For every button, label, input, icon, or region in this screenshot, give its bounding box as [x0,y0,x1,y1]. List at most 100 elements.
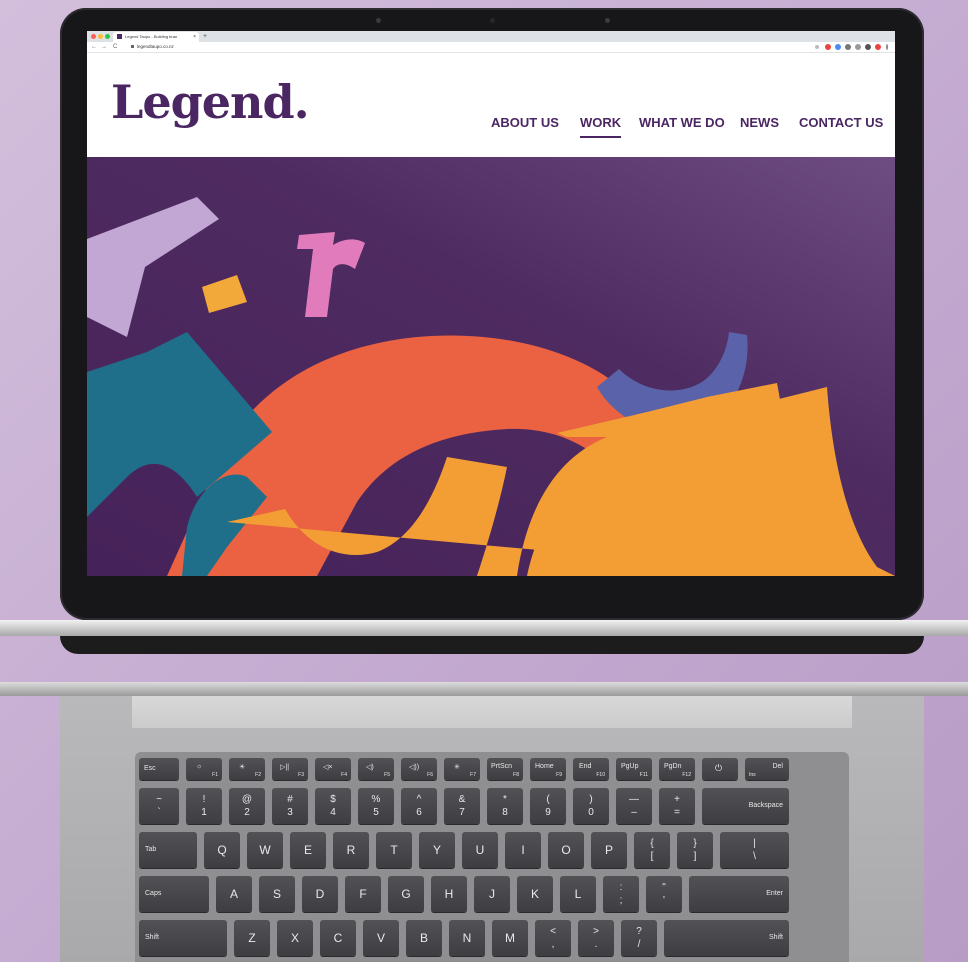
key-f7[interactable]: ✳ F7 [444,758,480,780]
key-b[interactable]: B [406,920,442,956]
key-shift-right[interactable]: Shift [664,920,789,956]
key-bottom-label: 6 [416,807,422,818]
key-9[interactable]: (9 [530,788,566,824]
keyboard-deck: Esc ☼ F1 ☀ F2 ▷|| F3 ◁× F4 ◁) F5 ◁)) F6 ✳ F7 Pr… [60,696,924,962]
extension-icon[interactable] [825,44,831,50]
key-c[interactable]: C [320,920,356,956]
key-del[interactable]: Del Ins [745,758,789,780]
key-g[interactable]: G [388,876,424,912]
key-p[interactable]: P [591,832,627,868]
hero-artwork [87,157,895,576]
key-minus[interactable]: — – [616,788,652,824]
key-shift-left[interactable]: Shift [139,920,227,956]
key-label: J [489,887,495,901]
key-t[interactable]: T [376,832,412,868]
key-6[interactable]: ^ 6 [401,788,437,824]
key-q[interactable]: Q [204,832,240,868]
key-u[interactable]: U [462,832,498,868]
extension-icon[interactable] [845,44,851,50]
key-h[interactable]: H [431,876,467,912]
key-f[interactable]: F [345,876,381,912]
nav-what-we-do[interactable]: WHAT WE DO [639,115,725,130]
key-f5[interactable]: ◁) F5 [358,758,394,780]
key-bracket-close[interactable]: }] [677,832,713,868]
key-bracket-open[interactable]: {[ [634,832,670,868]
key-j[interactable]: J [474,876,510,912]
key-period[interactable]: >. [578,920,614,956]
key-home[interactable]: Home F9 [530,758,566,780]
key-bottom-label: 0 [588,807,594,818]
key-3[interactable]: #3 [272,788,308,824]
profile-avatar[interactable] [875,44,881,50]
key-backspace[interactable]: Backspace [702,788,789,824]
nav-about-us[interactable]: ABOUT US [491,115,559,130]
key-pgup[interactable]: PgUp F11 [616,758,652,780]
nav-news[interactable]: NEWS [740,115,779,130]
key-pgdn[interactable]: PgDn F12 [659,758,695,780]
key-i[interactable]: I [505,832,541,868]
minimize-window-button[interactable] [98,34,103,39]
key-backslash[interactable]: | \ [720,832,789,868]
close-tab-icon[interactable]: × [193,32,196,42]
key-0[interactable]: ) 0 [573,788,609,824]
key-m[interactable]: M [492,920,528,956]
extension-icon[interactable] [855,44,861,50]
key-end[interactable]: End F10 [573,758,609,780]
key-n[interactable]: N [449,920,485,956]
key-bottom-label: ; [619,895,623,906]
key-semicolon[interactable]: :; [603,876,639,912]
key-comma[interactable]: <, [535,920,571,956]
key-enter[interactable]: Enter [689,876,789,912]
key-f4[interactable]: ◁× F4 [315,758,351,780]
key-equals[interactable]: + = [659,788,695,824]
key-d[interactable]: D [302,876,338,912]
key-prtscn[interactable]: PrtScn F8 [487,758,523,780]
back-button[interactable]: ← [91,42,97,52]
key-2[interactable]: @2 [229,788,265,824]
key-7[interactable]: & 7 [444,788,480,824]
key-o[interactable]: O [548,832,584,868]
key-w[interactable]: W [247,832,283,868]
forward-button[interactable]: → [101,42,107,52]
key-k[interactable]: K [517,876,553,912]
site-logo[interactable]: Legend. [111,75,310,129]
key-s[interactable]: S [259,876,295,912]
key-a[interactable]: A [216,876,252,912]
bookmark-star-icon[interactable] [815,45,819,49]
key-r[interactable]: R [333,832,369,868]
close-window-button[interactable] [91,34,96,39]
key-l[interactable]: L [560,876,596,912]
key-8[interactable]: * 8 [487,788,523,824]
key-power[interactable]: ⏻ [702,758,738,780]
maximize-window-button[interactable] [105,34,110,39]
key-f1[interactable]: ☼ F1 [186,758,222,780]
key-1[interactable]: ! 1 [186,788,222,824]
key-slash[interactable]: ? / [621,920,657,956]
browser-tab[interactable]: Legend Taupo - Building bran × [113,32,199,42]
key-y[interactable]: Y [419,832,455,868]
url-field[interactable]: legendtaupo.co.nz [131,42,174,52]
key-4[interactable]: $4 [315,788,351,824]
key-z[interactable]: Z [234,920,270,956]
volume-up-icon: ◁)) [409,764,420,771]
extension-icon[interactable] [835,44,841,50]
key-label: S [272,887,281,901]
key-5[interactable]: % 5 [358,788,394,824]
key-x[interactable]: X [277,920,313,956]
key-f6[interactable]: ◁)) F6 [401,758,437,780]
key-esc[interactable]: Esc [139,758,179,780]
reload-button[interactable]: C [113,42,117,52]
key-quote[interactable]: " ' [646,876,682,912]
key-v[interactable]: V [363,920,399,956]
nav-contact-us[interactable]: CONTACT US [799,115,883,130]
new-tab-button[interactable]: + [203,31,207,42]
extension-icon[interactable] [865,44,871,50]
key-e[interactable]: E [290,832,326,868]
key-tab[interactable]: Tab [139,832,197,868]
key-caps[interactable]: Caps [139,876,209,912]
key-f3[interactable]: ▷|| F3 [272,758,308,780]
nav-work[interactable]: WORK [580,115,622,138]
key-f2[interactable]: ☀ F2 [229,758,265,780]
menu-dots-icon[interactable] [886,44,888,50]
key-tilde[interactable]: ~ ` [139,788,179,824]
